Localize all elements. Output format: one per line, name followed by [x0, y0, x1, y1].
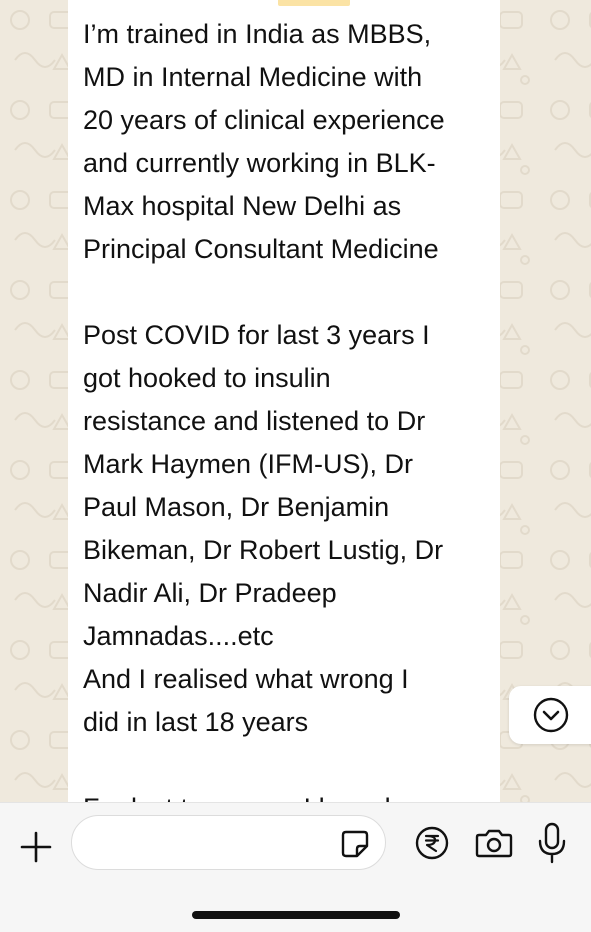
sticker-button[interactable] — [336, 825, 374, 863]
message-line: Post COVID for last 3 years I — [83, 320, 430, 350]
chat-area[interactable]: I’m trained in India as MBBS, MD in Inte… — [0, 0, 591, 802]
message-line: Mark Haymen (IFM-US), Dr — [83, 449, 413, 479]
message-text: I’m trained in India as MBBS, MD in Inte… — [83, 0, 493, 802]
message-composer — [0, 802, 591, 932]
message-line: Bikeman, Dr Robert Lustig, Dr — [83, 535, 444, 565]
message-bubble[interactable]: I’m trained in India as MBBS, MD in Inte… — [68, 0, 500, 802]
message-line: Jamnadas....etc — [83, 621, 274, 651]
payment-button[interactable] — [411, 822, 453, 864]
message-line: For last two years I have been — [83, 787, 493, 802]
scroll-to-bottom-button[interactable] — [509, 686, 591, 744]
sticker-icon — [341, 830, 369, 858]
chevron-down-circle-icon — [533, 697, 569, 733]
rupee-icon — [415, 826, 449, 860]
message-line: Nadir Ali, Dr Pradeep — [83, 578, 337, 608]
message-line: I’m trained in India as MBBS, — [83, 19, 432, 49]
message-line: got hooked to insulin — [83, 363, 331, 393]
plus-icon — [20, 831, 52, 863]
microphone-icon — [538, 822, 566, 864]
message-line — [83, 271, 493, 314]
message-line: Max hospital New Delhi as — [83, 191, 402, 221]
message-line: Principal Consultant Medicine — [83, 234, 439, 264]
message-line: MD in Internal Medicine with — [83, 62, 423, 92]
home-indicator — [192, 911, 400, 919]
message-line: and currently working in BLK- — [83, 148, 436, 178]
message-line: And I realised what wrong I — [83, 664, 409, 694]
camera-button[interactable] — [472, 823, 516, 863]
attach-button[interactable] — [14, 825, 58, 869]
message-line: resistance and listened to Dr — [83, 406, 426, 436]
message-line: 20 years of clinical experience — [83, 105, 445, 135]
camera-icon — [475, 829, 513, 858]
message-line — [83, 0, 493, 13]
message-line: Paul Mason, Dr Benjamin — [83, 492, 390, 522]
message-line — [83, 744, 493, 787]
microphone-button[interactable] — [532, 820, 572, 866]
message-line: did in last 18 years — [83, 707, 309, 737]
